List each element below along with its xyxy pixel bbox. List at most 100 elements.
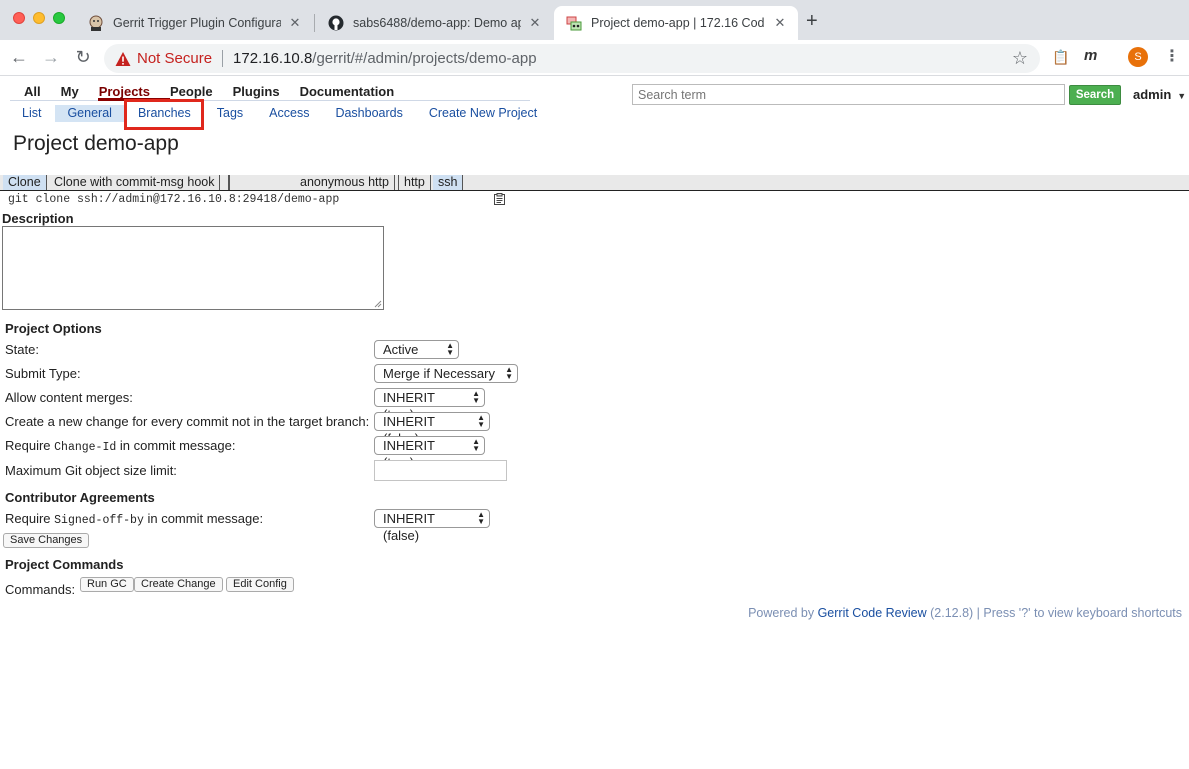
clone-command: git clone ssh://admin@172.16.10.8:29418/… [8,193,340,206]
protocol-anonymous-http[interactable]: anonymous http [295,175,395,190]
description-textarea[interactable] [2,226,384,310]
create-change-button[interactable]: Create Change [134,577,223,592]
edit-config-button[interactable]: Edit Config [226,577,294,592]
browser-toolbar: ← → ↻ Not Secure 172.16.10.8/gerrit/#/ad… [0,40,1189,76]
page-title: Project demo-app [13,132,179,155]
reload-icon[interactable]: ↻ [72,47,94,68]
change-id-suffix: in commit message: [116,438,236,453]
signed-off-value: INHERIT (false) [383,511,435,543]
signed-off-prefix: Require [5,511,55,526]
close-window-button[interactable] [13,12,25,24]
browser-tab-github[interactable]: sabs6488/demo-app: Demo ap ✕ [316,6,553,40]
sub-menu-access[interactable]: Access [257,105,321,122]
select-arrows-icon: ▲ ▼ [472,437,480,453]
url-path: /gerrit/#/admin/projects/demo-app [312,50,537,67]
extension-m-icon[interactable]: m [1084,47,1097,64]
bookmark-star-icon[interactable]: ☆ [1012,48,1028,69]
clone-tab[interactable]: Clone [3,175,47,190]
tab-close-icon[interactable]: ✕ [287,15,303,31]
address-bar[interactable]: Not Secure 172.16.10.8/gerrit/#/admin/pr… [104,44,1040,73]
back-icon[interactable]: ← [8,47,30,68]
change-id-prefix: Require [5,438,55,453]
signed-off-suffix: in commit message: [143,511,264,526]
state-label: State: [5,342,39,357]
copy-icon[interactable] [494,193,505,205]
footer-gerrit-link[interactable]: Gerrit Code Review [818,606,927,620]
submit-type-label: Submit Type: [5,366,81,381]
state-value: Active [383,342,419,357]
max-object-size-label: Maximum Git object size limit: [5,463,177,478]
description-label: Description [2,211,74,226]
sub-menu-create-new-project[interactable]: Create New Project [417,105,549,122]
signed-off-label: Require Signed-off-by in commit message: [5,511,263,527]
gerrit-page: All My Projects People Plugins Documenta… [0,77,1189,769]
search-input[interactable] [632,84,1065,105]
gerrit-icon [566,16,582,31]
project-commands-heading: Project Commands [5,557,124,572]
save-changes-button[interactable]: Save Changes [3,533,90,548]
clone-bar: Clone Clone with commit-msg hook anonymo… [0,175,1189,191]
change-id-select[interactable]: INHERIT (true) ▲▼ [374,436,485,470]
browser-menu-icon[interactable]: ⋮ [1164,46,1180,66]
commands-label: Commands: [5,582,76,597]
footer-version: (2.12.8) | Press '?' to view keyboard sh… [926,606,1182,620]
sub-menu: List General Branches Tags Access Dashbo… [10,105,551,122]
footer: Powered by Gerrit Code Review (2.12.8) |… [748,606,1182,620]
content-merges-select[interactable]: INHERIT (true) ▲▼ [374,388,485,422]
new-change-select[interactable]: INHERIT (false) ▲▼ [374,412,490,446]
tab-close-icon[interactable]: ✕ [772,15,788,31]
contributor-agreements-heading: Contributor Agreements [5,490,155,505]
sub-menu-general[interactable]: General [55,105,124,122]
security-status[interactable]: Not Secure [137,50,212,67]
tab-title: Gerrit Trigger Plugin Configura [113,16,281,30]
profile-avatar[interactable]: S [1128,47,1148,67]
address-divider [222,50,224,67]
browser-tab-bar: Gerrit Trigger Plugin Configura ✕ sabs64… [0,0,1189,40]
browser-tab-gerrit[interactable]: Project demo-app | 172.16 Cod ✕ [554,6,798,40]
branches-highlight-annotation [124,99,204,130]
new-tab-icon[interactable]: + [806,10,818,33]
submit-type-select[interactable]: Merge if Necessary ▲ ▼ [374,364,518,383]
sub-menu-tags[interactable]: Tags [205,105,255,122]
select-arrows-icon: ▲ ▼ [472,389,480,405]
sub-menu-dashboards[interactable]: Dashboards [323,105,414,122]
chevron-down-icon: ▼ [1177,91,1187,101]
protocol-http[interactable]: http [398,175,431,190]
sub-menu-list[interactable]: List [10,105,53,122]
maximize-window-button[interactable] [53,12,65,24]
select-arrows-icon: ▲ ▼ [477,413,485,429]
clone-divider [228,175,230,190]
select-arrows-icon: ▲ ▼ [477,510,485,526]
submit-type-value: Merge if Necessary [383,366,495,381]
change-id-code: Change-Id [54,441,117,454]
search-button[interactable]: Search [1069,85,1121,105]
menu-divider [10,100,530,101]
forward-icon[interactable]: → [40,47,62,68]
signed-off-code: Signed-off-by [54,514,144,527]
clone-with-hook-tab[interactable]: Clone with commit-msg hook [49,175,221,190]
select-arrows-icon: ▲ ▼ [446,341,454,357]
run-gc-button[interactable]: Run GC [80,577,134,592]
minimize-window-button[interactable] [33,12,45,24]
tab-title: Project demo-app | 172.16 Cod [591,16,765,30]
extension-clipboard-icon[interactable]: 📋 [1052,49,1069,66]
github-icon [328,15,344,31]
signed-off-select[interactable]: INHERIT (false) ▲ ▼ [374,509,490,543]
tab-close-icon[interactable]: ✕ [527,15,543,31]
resize-grip-icon[interactable] [374,300,382,308]
url-host: 172.16.10.8 [233,50,313,67]
warning-icon [115,51,131,66]
max-object-size-input[interactable] [374,460,507,481]
state-select[interactable]: Active ▲ ▼ [374,340,459,359]
tab-divider [314,14,315,32]
tab-title: sabs6488/demo-app: Demo ap [353,16,521,30]
protocol-ssh[interactable]: ssh [433,175,464,190]
user-menu[interactable]: admin ▼ [1133,87,1186,102]
content-merges-label: Allow content merges: [5,390,133,405]
new-change-label: Create a new change for every commit not… [5,414,370,429]
jenkins-icon [89,15,103,31]
select-arrows-icon: ▲ ▼ [505,365,513,381]
change-id-label: Require Change-Id in commit message: [5,438,235,454]
footer-powered-by: Powered by [748,606,818,620]
browser-tab-jenkins[interactable]: Gerrit Trigger Plugin Configura ✕ [76,6,313,40]
